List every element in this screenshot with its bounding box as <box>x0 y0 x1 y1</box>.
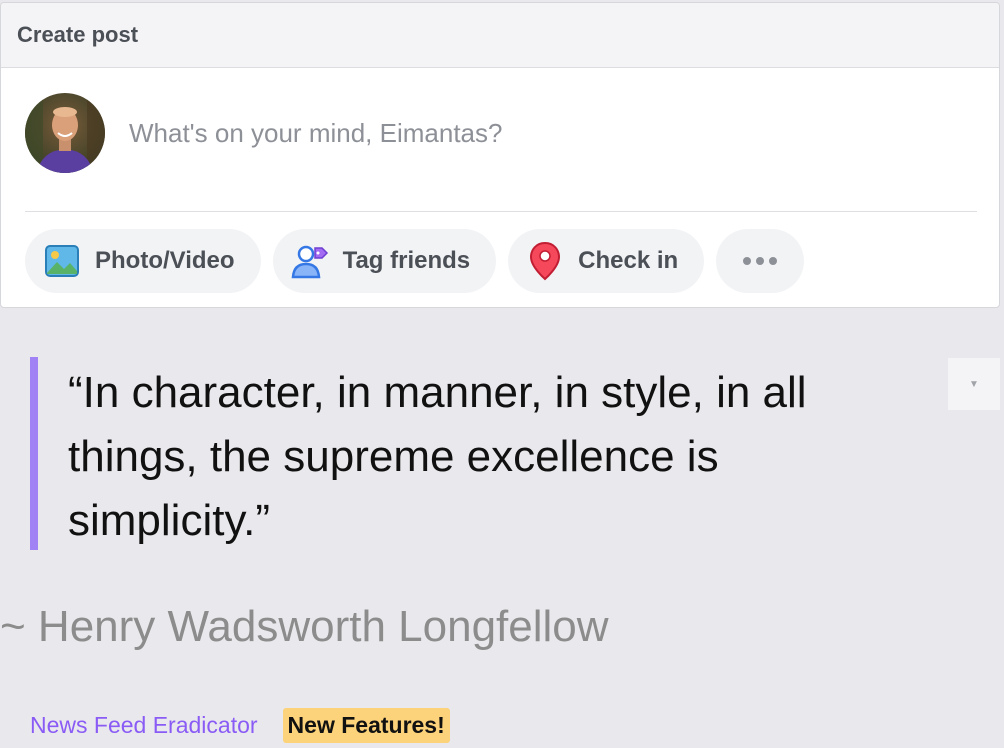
more-options-button[interactable] <box>716 229 805 293</box>
extension-footer: News Feed Eradicator New Features! <box>30 706 450 744</box>
more-dots-icon <box>743 257 778 265</box>
tag-friends-icon <box>291 242 329 280</box>
news-feed-eradicator-link[interactable]: News Feed Eradicator <box>30 712 258 739</box>
chevron-down-icon: ▼ <box>969 378 979 390</box>
post-input[interactable] <box>129 117 829 149</box>
create-post-card: Create post What's on your mind, Eimanta… <box>0 2 1000 308</box>
location-pin-icon <box>526 241 564 281</box>
quote-block: “In character, in manner, in style, in a… <box>30 357 890 550</box>
photo-video-label: Photo/Video <box>95 247 235 274</box>
quote-text: “In character, in manner, in style, in a… <box>68 368 807 545</box>
new-features-badge[interactable]: New Features! <box>282 707 450 743</box>
photo-video-button[interactable]: Photo/Video <box>25 229 261 293</box>
photo-video-icon <box>43 242 81 280</box>
quote-options-dropdown[interactable]: ▼ <box>948 358 1000 410</box>
composer-divider <box>25 211 977 212</box>
check-in-label: Check in <box>578 247 679 274</box>
create-post-header: Create post <box>1 3 999 68</box>
post-actions: Photo/Video Tag friends Check in <box>25 229 805 293</box>
check-in-button[interactable]: Check in <box>508 229 705 293</box>
create-post-title: Create post <box>17 22 139 47</box>
quote-author: ~ Henry Wadsworth Longfellow <box>0 602 609 651</box>
tag-friends-label: Tag friends <box>342 247 471 274</box>
post-composer <box>25 93 977 173</box>
user-avatar-icon[interactable] <box>25 93 105 173</box>
tag-friends-button[interactable]: Tag friends <box>272 229 497 293</box>
